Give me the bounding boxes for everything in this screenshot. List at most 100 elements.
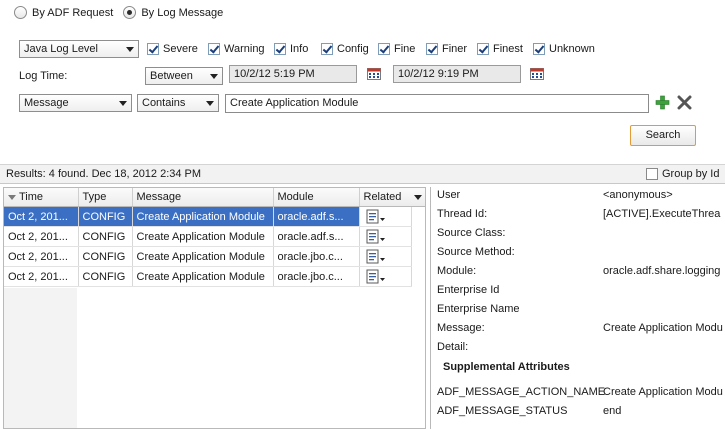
radio-label-adf: By ADF Request (32, 6, 114, 19)
related-messages-icon[interactable] (364, 269, 386, 285)
attr-label-status: ADF_MESSAGE_STATUS (437, 405, 568, 417)
cell-time: Oct 2, 201... (4, 246, 79, 267)
criteria-value-text: Create Application Module (230, 97, 359, 109)
criteria-field-select[interactable]: Message (19, 94, 132, 112)
detail-label-module: Module: (437, 265, 477, 277)
table-header: Time Type Message Module Related (4, 188, 412, 207)
group-by-id-checkbox[interactable]: Group by Id (646, 168, 719, 180)
cell-message: Create Application Module (132, 266, 274, 287)
checkbox-info-label: Info (290, 43, 309, 55)
radio-by-log-message[interactable]: By Log Message (123, 6, 223, 19)
add-icon[interactable] (655, 95, 670, 110)
detail-label-user: User (437, 189, 461, 201)
checkbox-fine[interactable]: Fine (378, 43, 415, 55)
related-messages-icon[interactable] (364, 209, 386, 225)
attr-value-status: end (603, 405, 622, 417)
checkbox-severe[interactable]: Severe (147, 43, 198, 55)
search-button[interactable]: Search (630, 125, 696, 146)
column-header-time[interactable]: Time (4, 188, 79, 207)
table-row[interactable]: Oct 2, 201... CONFIG Create Application … (4, 226, 412, 247)
criteria-value-input[interactable]: Create Application Module (225, 94, 649, 113)
sort-descending-icon (8, 194, 16, 200)
cell-related[interactable] (359, 226, 412, 247)
results-summary: Results: 4 found. Dec 18, 2012 2:34 PM (6, 168, 202, 180)
log-time-from-value: 10/2/12 5:19 PM (234, 68, 315, 80)
checkbox-severe-box[interactable] (147, 43, 159, 55)
attr-label-action-name: ADF_MESSAGE_ACTION_NAME (437, 386, 606, 398)
cell-module: oracle.jbo.c... (273, 266, 360, 287)
checkbox-unknown-box[interactable] (533, 43, 545, 55)
cell-time: Oct 2, 201... (4, 206, 79, 227)
column-header-type[interactable]: Type (78, 188, 133, 207)
calendar-icon[interactable] (367, 68, 381, 80)
group-by-id-label: Group by Id (662, 168, 720, 180)
cell-type: CONFIG (78, 266, 133, 287)
cell-module: oracle.adf.s... (273, 206, 360, 227)
checkbox-config-box[interactable] (321, 43, 333, 55)
log-level-select[interactable]: Java Log Level (19, 40, 139, 58)
column-header-module[interactable]: Module (273, 188, 360, 207)
checkbox-finest-box[interactable] (477, 43, 489, 55)
column-header-related[interactable]: Related (359, 188, 412, 207)
log-time-from-field[interactable]: 10/2/12 5:19 PM (229, 65, 357, 83)
related-messages-icon[interactable] (364, 249, 386, 265)
chevron-down-icon (119, 101, 127, 106)
cell-type: CONFIG (78, 206, 133, 227)
checkbox-finer-box[interactable] (426, 43, 438, 55)
detail-label-enterprise-id: Enterprise Id (437, 284, 500, 296)
checkbox-finer-label: Finer (442, 43, 468, 55)
criteria-field-value: Message (24, 97, 69, 109)
checkbox-config[interactable]: Config (321, 43, 369, 55)
checkbox-severe-label: Severe (163, 43, 198, 55)
cell-message: Create Application Module (132, 206, 274, 227)
cell-type: CONFIG (78, 226, 133, 247)
time-column-blank (4, 288, 77, 428)
attr-value-action-name: Create Application Modu (603, 386, 723, 398)
cell-time: Oct 2, 201... (4, 226, 79, 247)
cell-related[interactable] (359, 266, 412, 287)
criteria-operator-select[interactable]: Contains (137, 94, 219, 112)
remove-icon[interactable] (677, 95, 692, 110)
table-row[interactable]: Oct 2, 201... CONFIG Create Application … (4, 206, 412, 227)
checkbox-info-box[interactable] (274, 43, 286, 55)
checkbox-finer[interactable]: Finer (426, 43, 467, 55)
detail-label-source-class: Source Class: (437, 227, 506, 239)
related-messages-icon[interactable] (364, 229, 386, 245)
detail-label-source-method: Source Method: (437, 246, 515, 258)
cell-module: oracle.jbo.c... (273, 246, 360, 267)
results-table: Time Type Message Module Related Oct 2, … (4, 188, 412, 287)
checkbox-info[interactable]: Info (274, 43, 308, 55)
log-time-operator-select[interactable]: Between (145, 67, 223, 85)
checkbox-finest[interactable]: Finest (477, 43, 523, 55)
table-row[interactable]: Oct 2, 201... CONFIG Create Application … (4, 266, 412, 287)
cell-time: Oct 2, 201... (4, 266, 79, 287)
detail-value-message: Create Application Modu (603, 322, 723, 334)
checkbox-fine-label: Fine (394, 43, 416, 55)
radio-circle-adf[interactable] (14, 6, 27, 19)
log-time-label: Log Time: (19, 70, 68, 82)
detail-label-thread-id: Thread Id: (437, 208, 488, 220)
column-header-time-label: Time (19, 191, 44, 203)
cell-related[interactable] (359, 206, 412, 227)
calendar-icon[interactable] (530, 68, 544, 80)
log-time-to-field[interactable]: 10/2/12 9:19 PM (393, 65, 521, 83)
log-time-operator-value: Between (150, 70, 193, 82)
checkbox-finest-label: Finest (493, 43, 523, 55)
checkbox-warning[interactable]: Warning (208, 43, 265, 55)
radio-by-adf-request[interactable]: By ADF Request (14, 6, 113, 19)
cell-message: Create Application Module (132, 246, 274, 267)
checkbox-warning-box[interactable] (208, 43, 220, 55)
detail-value-module: oracle.adf.share.logging (603, 265, 721, 277)
chevron-down-icon (126, 47, 134, 52)
column-chooser-dropdown[interactable] (411, 188, 425, 207)
column-header-message[interactable]: Message (132, 188, 274, 207)
group-by-id-box[interactable] (646, 168, 658, 180)
cell-related[interactable] (359, 246, 412, 267)
radio-circle-log-message[interactable] (123, 6, 137, 19)
checkbox-fine-box[interactable] (378, 43, 390, 55)
table-row[interactable]: Oct 2, 201... CONFIG Create Application … (4, 246, 412, 267)
checkbox-warning-label: Warning (224, 43, 265, 55)
cell-message: Create Application Module (132, 226, 274, 247)
checkbox-unknown[interactable]: Unknown (533, 43, 595, 55)
log-level-select-value: Java Log Level (24, 43, 98, 55)
